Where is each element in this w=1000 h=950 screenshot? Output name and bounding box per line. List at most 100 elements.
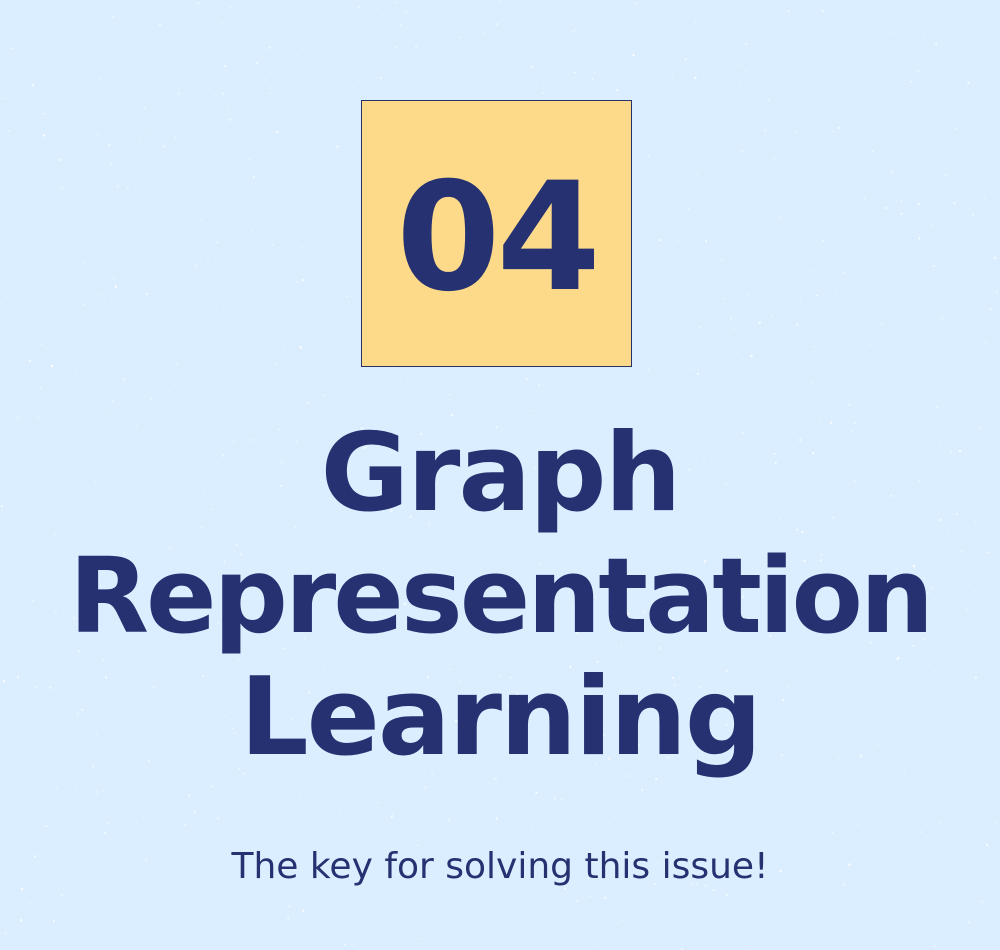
- speckle-dot: [390, 815, 393, 818]
- speckle-dot: [193, 811, 197, 814]
- speckle-dot: [665, 378, 667, 380]
- speckle-dot: [495, 23, 498, 26]
- speckle-dot: [917, 203, 921, 206]
- speckle-dot: [282, 345, 284, 347]
- speckle-dot: [479, 29, 481, 32]
- speckle-dot: [111, 15, 114, 19]
- speckle-dot: [57, 69, 59, 71]
- speckle-dot: [989, 307, 992, 311]
- speckle-dot: [111, 400, 115, 403]
- speckle-dot: [750, 948, 752, 950]
- speckle-dot: [222, 92, 225, 95]
- speckle-dot: [216, 241, 218, 244]
- speckle-dot: [207, 87, 210, 90]
- speckle-dot: [868, 343, 871, 346]
- speckle-dot: [343, 943, 346, 946]
- speckle-dot: [338, 809, 340, 811]
- speckle-dot: [892, 32, 895, 34]
- speckle-dot: [31, 838, 34, 841]
- speckle-dot: [323, 394, 325, 397]
- speckle-dot: [658, 239, 662, 242]
- speckle-dot: [821, 10, 825, 13]
- speckle-dot: [785, 261, 788, 263]
- speckle-dot: [391, 813, 394, 816]
- speckle-dot: [142, 816, 146, 819]
- speckle-dot: [963, 320, 966, 322]
- speckle-dot: [983, 197, 986, 199]
- speckle-dot: [165, 340, 167, 343]
- speckle-dot: [228, 118, 232, 121]
- speckle-dot: [745, 317, 747, 319]
- speckle-dot: [108, 144, 111, 147]
- speckle-dot: [19, 918, 23, 922]
- speckle-dot: [149, 410, 151, 412]
- speckle-dot: [933, 905, 935, 907]
- speckle-dot: [935, 405, 938, 408]
- speckle-dot: [946, 343, 948, 345]
- speckle-dot: [939, 821, 942, 825]
- speckle-dot: [406, 377, 409, 379]
- speckle-dot: [236, 76, 238, 78]
- speckle-dot: [110, 162, 113, 165]
- speckle-dot: [837, 215, 840, 217]
- speckle-dot: [831, 131, 834, 133]
- speckle-dot: [693, 337, 696, 340]
- speckle-dot: [74, 368, 76, 370]
- speckle-dot: [274, 127, 276, 129]
- speckle-dot: [171, 926, 173, 928]
- speckle-dot: [878, 924, 880, 926]
- speckle-dot: [647, 368, 650, 371]
- speckle-dot: [679, 941, 681, 942]
- speckle-dot: [763, 129, 767, 133]
- speckle-dot: [158, 23, 162, 26]
- speckle-dot: [97, 293, 100, 296]
- speckle-dot: [842, 271, 846, 274]
- speckle-dot: [848, 403, 851, 406]
- speckle-dot: [203, 793, 205, 796]
- speckle-dot: [818, 256, 820, 258]
- speckle-dot: [320, 31, 322, 33]
- speckle-dot: [822, 240, 825, 243]
- speckle-dot: [425, 785, 428, 788]
- speckle-dot: [207, 259, 209, 262]
- speckle-dot: [696, 372, 700, 375]
- speckle-dot: [944, 174, 947, 176]
- speckle-dot: [376, 802, 379, 804]
- speckle-dot: [924, 13, 926, 15]
- speckle-dot: [696, 173, 698, 175]
- speckle-dot: [459, 36, 462, 39]
- speckle-dot: [111, 301, 113, 303]
- speckle-dot: [815, 294, 818, 297]
- speckle-dot: [772, 157, 775, 160]
- speckle-dot: [67, 333, 69, 335]
- speckle-dot: [246, 274, 248, 276]
- speckle-dot: [576, 899, 579, 902]
- speckle-dot: [694, 20, 697, 23]
- speckle-dot: [288, 905, 291, 908]
- speckle-dot: [4, 931, 7, 935]
- speckle-dot: [542, 92, 545, 94]
- speckle-dot: [875, 191, 877, 192]
- speckle-dot: [796, 323, 799, 326]
- speckle-dot: [69, 0, 71, 1]
- speckle-dot: [417, 32, 419, 34]
- speckle-dot: [571, 30, 574, 33]
- speckle-dot: [811, 213, 813, 215]
- speckle-dot: [95, 791, 98, 794]
- title-line-1: Graph: [320, 411, 682, 536]
- speckle-dot: [45, 824, 48, 827]
- speckle-dot: [930, 224, 933, 227]
- speckle-dot: [338, 31, 340, 34]
- speckle-dot: [723, 297, 726, 300]
- speckle-dot: [271, 244, 274, 247]
- speckle-dot: [535, 791, 538, 794]
- speckle-dot: [152, 903, 154, 905]
- speckle-dot: [197, 2, 200, 4]
- speckle-dot: [616, 88, 619, 92]
- speckle-dot: [591, 78, 594, 81]
- speckle-dot: [211, 785, 214, 788]
- speckle-dot: [483, 33, 485, 35]
- slide-subtitle: The key for solving this issue!: [231, 846, 769, 887]
- speckle-dot: [98, 77, 101, 80]
- speckle-dot: [423, 787, 426, 790]
